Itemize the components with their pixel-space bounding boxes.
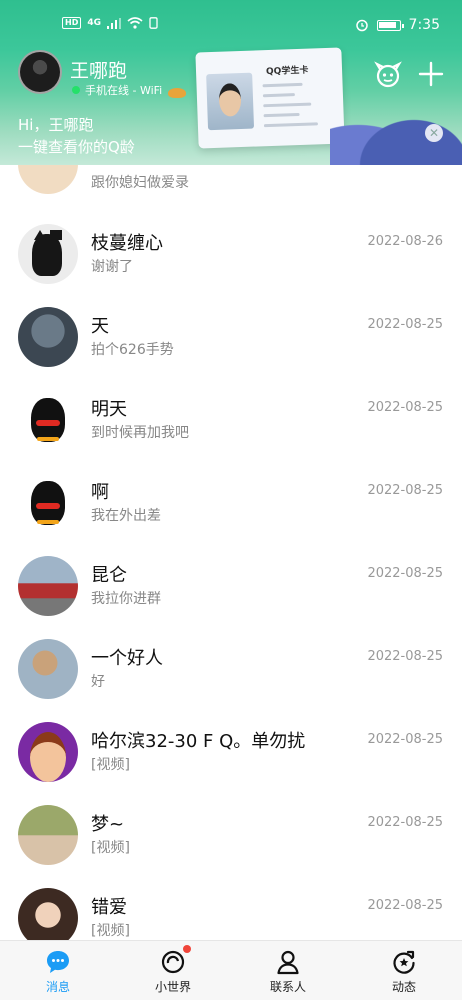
bottom-navigation: 消息 小世界 联系人 动态 [0,940,462,1000]
online-status-text: 手机在线 - WiFi [85,84,163,97]
message-preview: 好 [91,674,105,690]
avatar [18,224,78,284]
alien-face-icon[interactable] [374,61,402,89]
avatar [18,473,78,533]
battery-icon [376,19,404,31]
message-preview: 谢谢了 [91,259,133,275]
contact-name: 枝蔓缠心 [91,233,163,254]
contact-name: 一个好人 [91,648,163,669]
list-item[interactable]: 梦~ [视频] 2022-08-25 [0,791,462,874]
conversation-list[interactable]: 跟你媳妇做爱录 枝蔓缠心 谢谢了 2022-08-26 天 拍个626手势 20… [0,165,462,940]
tab-messages[interactable]: 消息 [18,941,98,1000]
avatar [18,639,78,699]
message-date: 2022-08-25 [367,898,443,913]
contact-name: 啊 [91,482,109,503]
signal-icon [107,17,121,29]
avatar [18,888,78,940]
avatar [18,805,78,865]
clock-time: 7:35 [408,17,440,33]
list-item[interactable]: 啊 我在外出差 2022-08-25 [0,459,462,542]
contact-name: 错爱 [91,897,127,918]
avatar [18,556,78,616]
list-item[interactable]: 天 拍个626手势 2022-08-25 [0,293,462,376]
contact-name: 天 [91,316,109,337]
tab-label: 小世界 [154,980,191,994]
card-line [262,93,295,98]
add-icon[interactable] [418,61,444,87]
close-banner-icon[interactable]: ✕ [425,124,443,142]
hd-badge: HD [62,17,82,29]
card-photo [206,72,255,131]
contact-name: 明天 [91,399,127,420]
message-date: 2022-08-25 [367,649,443,664]
contact-name: 梦~ [91,814,125,835]
tab-contacts[interactable]: 联系人 [248,941,328,1000]
status-bar: HD 4G 7:35 [0,0,462,50]
card-line [263,122,318,128]
message-preview: 我在外出差 [91,508,161,524]
planet-icon [161,950,185,974]
list-item[interactable]: 跟你媳妇做爱录 [0,165,462,200]
message-date: 2022-08-25 [367,483,443,498]
contact-name: 昆仑 [91,565,127,586]
online-status[interactable]: 手机在线 - WiFi [72,82,162,98]
message-preview: [视频] [91,757,130,773]
refresh-star-icon [393,950,415,974]
avatar [18,307,78,367]
message-preview: 跟你媳妇做爱录 [91,175,189,191]
phone-vibrate-icon [149,17,158,29]
wifi-icon [127,17,143,29]
list-item[interactable]: 哈尔滨32-30 F Q。单勿扰 [视频] 2022-08-25 [0,708,462,791]
network-label: 4G [87,18,101,28]
notification-dot [183,945,191,953]
message-date: 2022-08-25 [367,400,443,415]
message-date: 2022-08-25 [367,566,443,581]
message-date: 2022-08-25 [367,815,443,830]
chat-bubble-icon [47,951,69,973]
message-date: 2022-08-26 [367,234,443,249]
tab-moments[interactable]: 动态 [364,941,444,1000]
tab-label: 联系人 [269,980,306,994]
message-preview: 到时候再加我吧 [91,425,189,441]
card-line [263,102,312,108]
user-name[interactable]: 王哪跑 [70,56,127,83]
alarm-icon [355,19,368,32]
list-item[interactable]: 一个好人 好 2022-08-25 [0,625,462,708]
tab-small-world[interactable]: 小世界 [133,941,213,1000]
profile-header: HD 4G 7:35 王哪跑 手机在线 - WiFi Hi，王哪跑 一键查看你的… [0,0,462,165]
message-preview: [视频] [91,923,130,939]
list-item[interactable]: 明天 到时候再加我吧 2022-08-25 [0,376,462,459]
user-avatar[interactable] [18,50,62,94]
message-preview: 我拉你进群 [91,591,161,607]
tab-label: 动态 [391,980,416,994]
list-item[interactable]: 枝蔓缠心 谢谢了 2022-08-26 [0,210,462,293]
avatar [18,722,78,782]
promo-text[interactable]: 一键查看你的Q龄 [18,136,135,157]
avatar [18,165,78,194]
card-line [262,82,303,88]
contact-name: 哈尔滨32-30 F Q。单勿扰 [91,731,306,752]
student-card-banner[interactable]: QQ学生卡 [195,47,345,149]
card-title: QQ学生卡 [265,65,309,78]
card-line [263,112,300,118]
message-date: 2022-08-25 [367,732,443,747]
bird-illustration [168,88,186,98]
message-preview: 拍个626手势 [91,342,174,358]
list-item[interactable]: 昆仑 我拉你进群 2022-08-25 [0,542,462,625]
avatar [18,390,78,450]
greeting-text: Hi，王哪跑 [18,116,94,134]
message-preview: [视频] [91,840,130,856]
message-date: 2022-08-25 [367,317,443,332]
tab-label: 消息 [45,980,70,994]
online-dot-icon [72,86,80,94]
list-item[interactable]: 错爱 [视频] 2022-08-25 [0,874,462,940]
contact-icon [277,950,299,975]
